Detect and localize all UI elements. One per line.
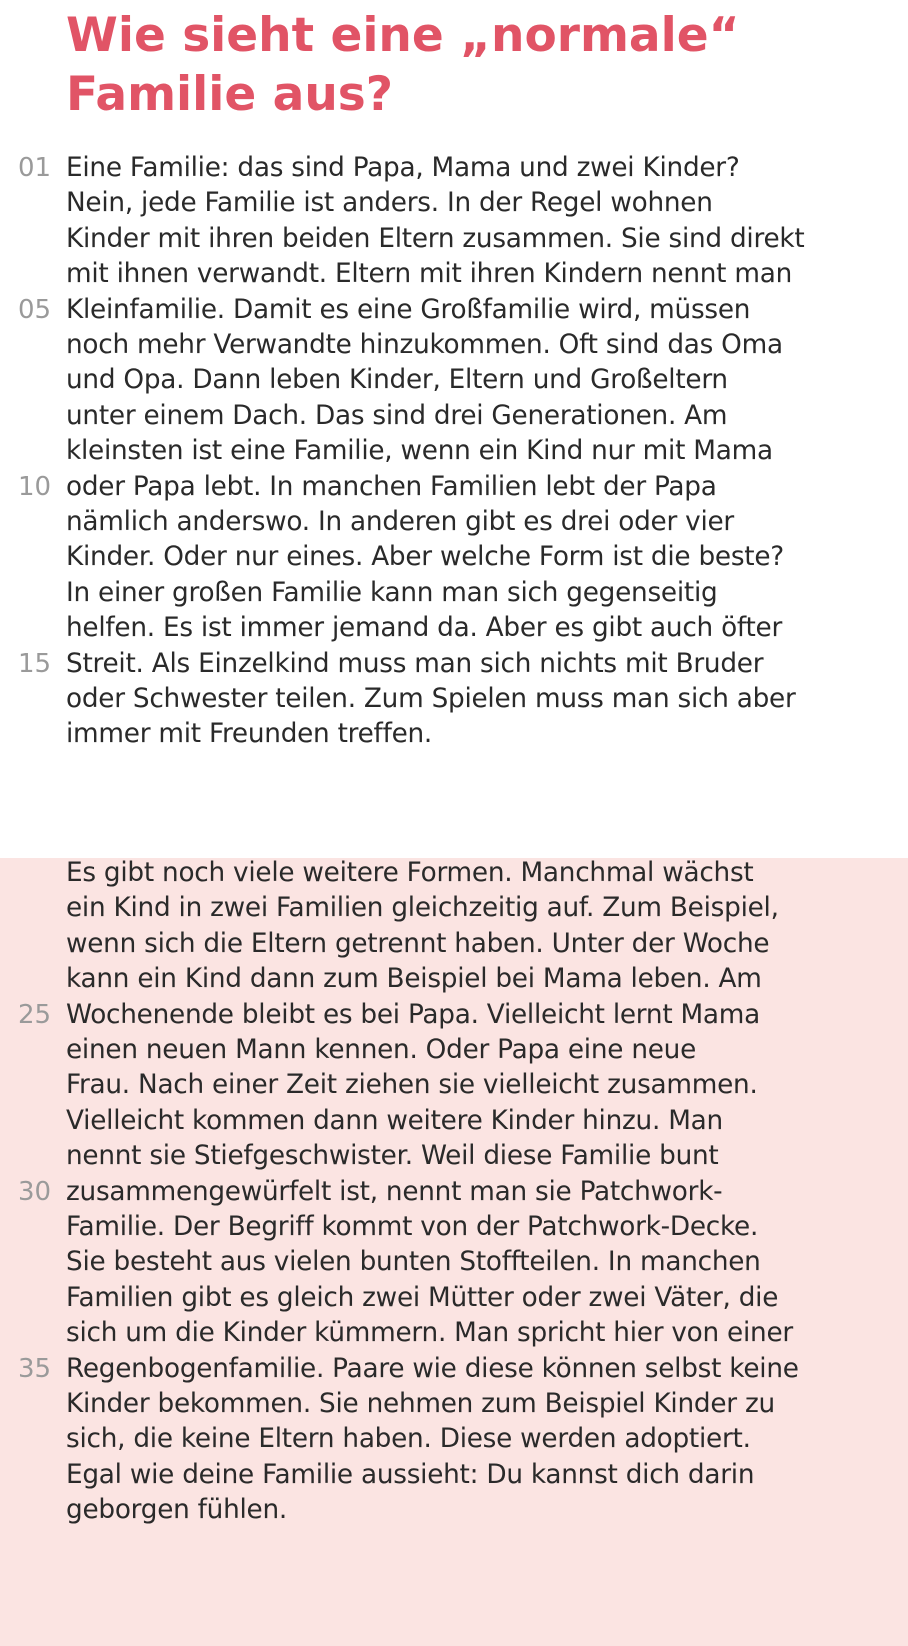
text-line: Kinder. Oder nur eines. Aber welche Form… (0, 539, 908, 576)
line-number: 10 (18, 471, 52, 502)
line-text: nämlich anderswo. In anderen gibt es dre… (66, 507, 734, 537)
text-line: nennt sie Stiefgeschwister. Weil diese F… (0, 1138, 908, 1175)
line-text: immer mit Freunden treffen. (66, 719, 433, 750)
line-text: Kinder bekommen. Sie nehmen zum Beispiel… (66, 1389, 775, 1419)
text-line: Sie besteht aus vielen bunten Stoffteile… (0, 1244, 908, 1281)
text-line: wenn sich die Eltern getrennt haben. Unt… (0, 926, 908, 963)
text-line: Kinder mit ihren beiden Eltern zusammen.… (0, 221, 908, 258)
line-text: kleinsten ist eine Familie, wenn ein Kin… (66, 436, 773, 467)
text-line: Vielleicht kommen dann weitere Kinder hi… (0, 1103, 908, 1140)
line-number: 15 (18, 648, 52, 679)
text-line: Egal wie deine Familie aussieht: Du kann… (0, 1457, 908, 1494)
line-text: Frau. Nach einer Zeit ziehen sie viellei… (66, 1070, 758, 1101)
text-line: geborgen fühlen. (0, 1492, 908, 1529)
title-line-1: Wie sieht eine „normale“ (66, 8, 740, 63)
text-line: einen neuen Mann kennen. Oder Papa eine … (0, 1032, 908, 1069)
line-text: Streit. Als Einzelkind muss man sich nic… (66, 648, 764, 679)
line-text: Eine Familie: das sind Papa, Mama und zw… (66, 153, 740, 183)
text-line: kleinsten ist eine Familie, wenn ein Kin… (0, 433, 908, 470)
line-text: oder Schwester teilen. Zum Spielen muss … (66, 684, 796, 714)
page-title: Wie sieht eine „normale“ Familie aus? (66, 6, 886, 124)
text-line: 05 Kleinfamilie. Damit es eine Großfamili… (0, 292, 908, 329)
text-line: und Opa. Dann leben Kinder, Eltern und G… (0, 362, 908, 399)
line-text: Sie besteht aus vielen bunten Stoffteile… (66, 1247, 761, 1278)
line-text: Egal wie deine Familie aussieht: Du kann… (66, 1459, 755, 1490)
text-section-pink: Es gibt noch viele weitere Formen. Manch… (0, 858, 908, 1646)
line-text: einen neuen Mann kennen. Oder Papa eine … (66, 1035, 697, 1065)
line-text: Nein, jede Familie ist anders. In der Re… (66, 188, 713, 219)
text-line: Es gibt noch viele weitere Formen. Manch… (0, 855, 908, 892)
text-line: mit ihnen verwandt. Eltern mit ihren Kin… (0, 256, 908, 293)
line-number: 05 (18, 294, 52, 325)
line-text: wenn sich die Eltern getrennt haben. Unt… (66, 928, 770, 959)
text-line: 35 Regenbogenfamilie. Paare wie diese kön… (0, 1351, 908, 1388)
text-line: ein Kind in zwei Familien gleichzeitig a… (0, 890, 908, 927)
text-line: unter einem Dach. Das sind drei Generati… (0, 398, 908, 435)
line-text: Familie. Der Begriff kommt von der Patch… (66, 1212, 759, 1242)
line-text: sich um die Kinder kümmern. Man spricht … (66, 1318, 793, 1349)
line-number: 01 (18, 153, 52, 183)
text-line: kann ein Kind dann zum Beispiel bei Mama… (0, 961, 908, 998)
line-text: unter einem Dach. Das sind drei Generati… (66, 400, 728, 431)
text-line: Familien gibt es gleich zwei Mütter oder… (0, 1280, 908, 1317)
title-line-2: Familie aus? (66, 67, 394, 122)
text-line: oder Schwester teilen. Zum Spielen muss … (0, 681, 908, 718)
text-line: noch mehr Verwandte hinzukommen. Oft sin… (0, 327, 908, 364)
text-line: helfen. Es ist immer jemand da. Aber es … (0, 610, 908, 647)
line-text: sich, die keine Eltern haben. Diese werd… (66, 1424, 751, 1455)
line-number: 25 (18, 999, 52, 1030)
text-line: 01 Eine Familie: das sind Papa, Mama und … (0, 150, 908, 187)
line-text: In einer großen Familie kann man sich ge… (66, 577, 718, 608)
line-text: helfen. Es ist immer jemand da. Aber es … (66, 613, 783, 644)
line-text: Kinder mit ihren beiden Eltern zusammen.… (66, 223, 805, 254)
line-text: mit ihnen verwandt. Eltern mit ihren Kin… (66, 259, 792, 290)
line-text: Es gibt noch viele weitere Formen. Manch… (66, 858, 754, 888)
line-text: Kinder. Oder nur eines. Aber welche Form… (66, 542, 784, 573)
text-line: nämlich anderswo. In anderen gibt es dre… (0, 504, 908, 541)
line-text: und Opa. Dann leben Kinder, Eltern und G… (66, 365, 728, 396)
text-line: 25 Wochenende bleibt es bei Papa. Viellei… (0, 997, 908, 1034)
text-line: 15 Streit. Als Einzelkind muss man sich n… (0, 646, 908, 683)
line-text: Vielleicht kommen dann weitere Kinder hi… (66, 1105, 723, 1136)
text-line: immer mit Freunden treffen. (0, 716, 908, 753)
line-number: 35 (18, 1353, 52, 1384)
text-line: Familie. Der Begriff kommt von der Patch… (0, 1209, 908, 1246)
text-line: In einer großen Familie kann man sich ge… (0, 575, 908, 612)
line-text: Regenbogenfamilie. Paare wie diese könne… (66, 1353, 799, 1384)
text-line: Kinder bekommen. Sie nehmen zum Beispiel… (0, 1386, 908, 1423)
text-line: 10 oder Papa lebt. In manchen Familien le… (0, 469, 908, 506)
line-text: Familien gibt es gleich zwei Mütter oder… (66, 1282, 779, 1313)
line-text: nennt sie Stiefgeschwister. Weil diese F… (66, 1141, 719, 1172)
line-text: Wochenende bleibt es bei Papa. Vielleich… (66, 999, 761, 1030)
text-line: sich, die keine Eltern haben. Diese werd… (0, 1421, 908, 1458)
line-text: kann ein Kind dann zum Beispiel bei Mama… (66, 964, 762, 995)
text-section-white: 01 Eine Familie: das sind Papa, Mama und … (0, 150, 908, 858)
line-text: ein Kind in zwei Familien gleichzeitig a… (66, 893, 779, 924)
text-line: 30 zusammengewürfelt ist, nennt man sie P… (0, 1174, 908, 1211)
line-text: geborgen fühlen. (66, 1495, 288, 1526)
text-line: Frau. Nach einer Zeit ziehen sie viellei… (0, 1067, 908, 1104)
line-text: oder Papa lebt. In manchen Familien lebt… (66, 471, 717, 502)
line-text: noch mehr Verwandte hinzukommen. Oft sin… (66, 330, 783, 360)
line-text: zusammengewürfelt ist, nennt man sie Pat… (66, 1176, 723, 1207)
line-number: 30 (18, 1176, 52, 1207)
text-line: sich um die Kinder kümmern. Man spricht … (0, 1315, 908, 1352)
line-text: Kleinfamilie. Damit es eine Großfamilie … (66, 294, 751, 325)
text-line: Nein, jede Familie ist anders. In der Re… (0, 185, 908, 222)
